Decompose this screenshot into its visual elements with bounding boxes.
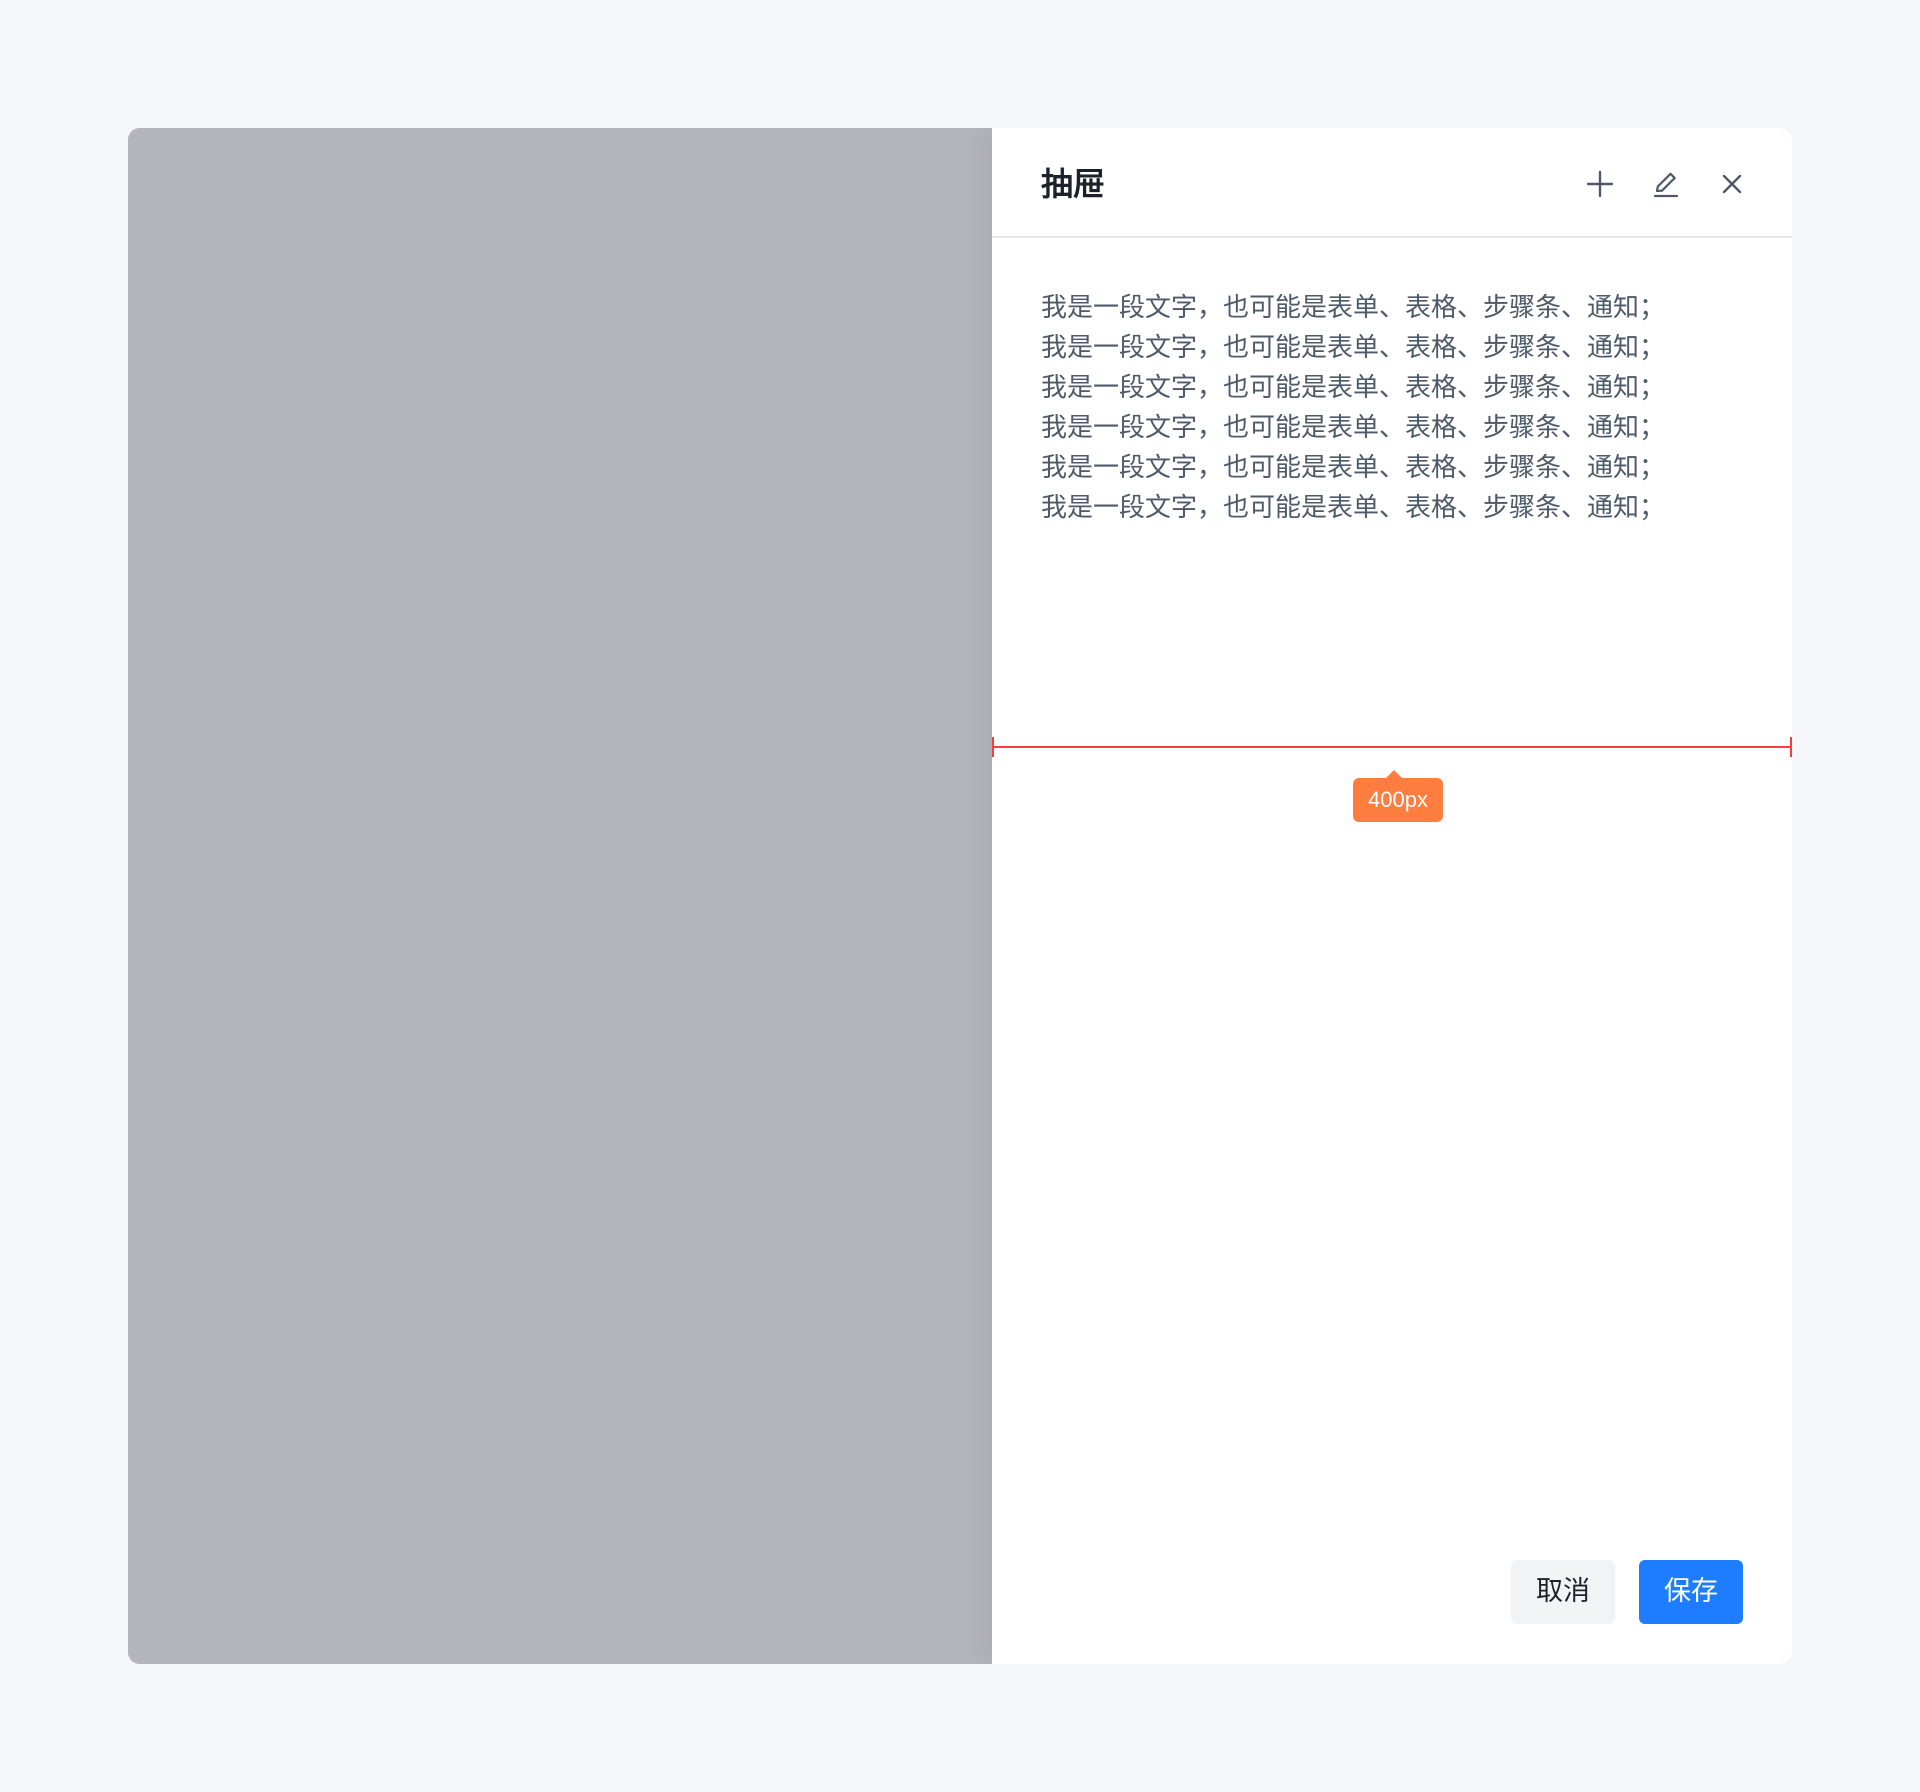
width-measure-right-cap <box>1790 737 1792 757</box>
body-text-line: 我是一段文字，也可能是表单、表格、步骤条、通知； <box>1041 333 1666 363</box>
plus-icon <box>1586 170 1614 198</box>
body-text-line: 我是一段文字，也可能是表单、表格、步骤条、通知； <box>1041 493 1666 523</box>
save-button[interactable]: 保存 <box>1639 1560 1743 1624</box>
drawer-header-actions <box>1580 164 1752 204</box>
edit-button[interactable] <box>1646 164 1686 204</box>
body-text-line: 我是一段文字，也可能是表单、表格、步骤条、通知； <box>1041 293 1666 323</box>
body-text-line: 我是一段文字，也可能是表单、表格、步骤条、通知； <box>1041 453 1666 483</box>
edit-icon <box>1653 172 1679 198</box>
body-text-line: 我是一段文字，也可能是表单、表格、步骤条、通知； <box>1041 373 1666 403</box>
drawer-footer: 取消 保存 <box>1511 1560 1743 1624</box>
close-button[interactable] <box>1712 164 1752 204</box>
drawer-panel: 抽屉 我是一段文字，也可能是表单、表格、步骤条、通知； 我是一段文字，也可能是表… <box>992 128 1792 1664</box>
drawer-header: 抽屉 <box>992 128 1792 238</box>
cancel-button[interactable]: 取消 <box>1511 1560 1615 1624</box>
close-icon <box>1722 174 1742 194</box>
body-text-line: 我是一段文字，也可能是表单、表格、步骤条、通知； <box>1041 413 1666 443</box>
width-measure-line <box>992 746 1792 748</box>
add-button[interactable] <box>1580 164 1620 204</box>
drawer-title: 抽屉 <box>1041 165 1106 203</box>
drawer-mask-overlay[interactable] <box>128 128 992 1664</box>
drawer-demo-frame: 抽屉 我是一段文字，也可能是表单、表格、步骤条、通知； 我是一段文字，也可能是表… <box>128 128 1792 1664</box>
drawer-body: 我是一段文字，也可能是表单、表格、步骤条、通知； 我是一段文字，也可能是表单、表… <box>1041 288 1741 528</box>
width-annotation-badge: 400px <box>1353 770 1443 822</box>
